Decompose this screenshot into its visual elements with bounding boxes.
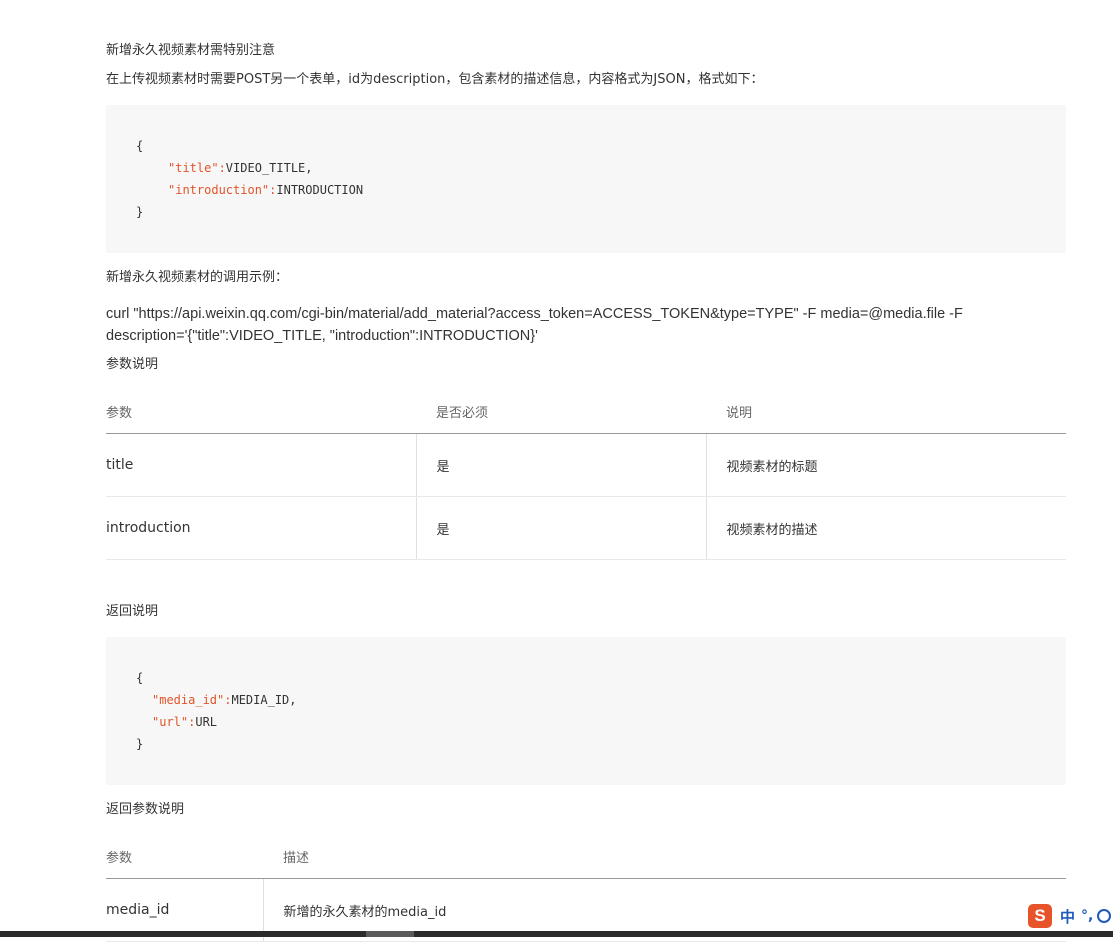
scrollbar-thumb[interactable]	[366, 931, 414, 937]
sogou-logo-icon[interactable]: S	[1028, 904, 1052, 928]
return-heading: 返回说明	[106, 604, 159, 619]
code-value-media-id: MEDIA_ID,	[231, 693, 297, 707]
curl-command-text: curl "https://api.weixin.qq.com/cgi-bin/…	[106, 306, 963, 344]
params-heading: 参数说明	[106, 357, 159, 372]
ime-chinese-mode-toggle[interactable]: 中	[1060, 906, 1075, 927]
code-key-media-id: "media_id":	[152, 693, 232, 707]
return-header-param: 参数	[106, 834, 263, 879]
code-key-introduction: "introduction":	[168, 183, 277, 197]
table-row: title 是 视频素材的标题	[106, 433, 1066, 497]
example-heading: 新增永久视频素材的调用示例：	[106, 270, 289, 285]
intro-heading: 新增永久视频素材需特别注意	[106, 43, 276, 58]
code-brace-open: {	[136, 139, 144, 153]
code-key-url: "url":	[152, 715, 196, 729]
params-table: 参数 是否必须 说明 title 是 视频素材的标题 introduction …	[106, 389, 1066, 560]
code-brace-open: {	[136, 671, 144, 685]
code-key-title: "title":	[168, 161, 226, 175]
return-table-header: 参数 描述	[106, 834, 1066, 879]
param-description: 视频素材的描述	[705, 496, 1066, 560]
params-header-required: 是否必须	[416, 389, 706, 434]
param-name: title	[106, 433, 416, 497]
json-return-code-block: { "media_id":MEDIA_ID, "url":URL }	[106, 637, 1066, 785]
code-brace-close: }	[136, 205, 144, 219]
code-value-title: VIDEO_TITLE,	[225, 161, 313, 175]
code-value-url: URL	[195, 715, 218, 729]
params-table-header: 参数 是否必须 说明	[106, 389, 1066, 434]
return-params-heading: 返回参数说明	[106, 802, 185, 817]
ime-emoji-icon[interactable]	[1097, 909, 1112, 923]
param-required: 是	[415, 433, 706, 497]
param-required: 是	[415, 496, 706, 560]
return-params-table: 参数 描述 media_id 新增的永久素材的media_id	[106, 834, 1066, 942]
json-description-code-block: { "title":VIDEO_TITLE, "introduction":IN…	[106, 105, 1066, 253]
code-brace-close: }	[136, 737, 144, 751]
code-value-introduction: INTRODUCTION	[276, 183, 364, 197]
return-header-description: 描述	[263, 834, 1066, 879]
table-row: introduction 是 视频素材的描述	[106, 496, 1066, 560]
code-line-media-id: "media_id":MEDIA_ID,	[152, 689, 297, 711]
param-name: introduction	[106, 496, 416, 560]
horizontal-scrollbar[interactable]	[0, 931, 1113, 937]
code-line-introduction: "introduction":INTRODUCTION	[168, 179, 363, 201]
code-line-url: "url":URL	[152, 711, 217, 733]
ime-punctuation-toggle[interactable]: °,	[1081, 908, 1093, 924]
params-header-description: 说明	[706, 389, 1066, 434]
code-line-title: "title":VIDEO_TITLE,	[168, 157, 313, 179]
params-header-param: 参数	[106, 389, 416, 434]
ime-toolbar[interactable]: S 中 °,	[1028, 902, 1113, 930]
param-description: 视频素材的标题	[705, 433, 1066, 497]
intro-text: 在上传视频素材时需要POST另一个表单，id为description，包含素材的…	[106, 72, 764, 87]
